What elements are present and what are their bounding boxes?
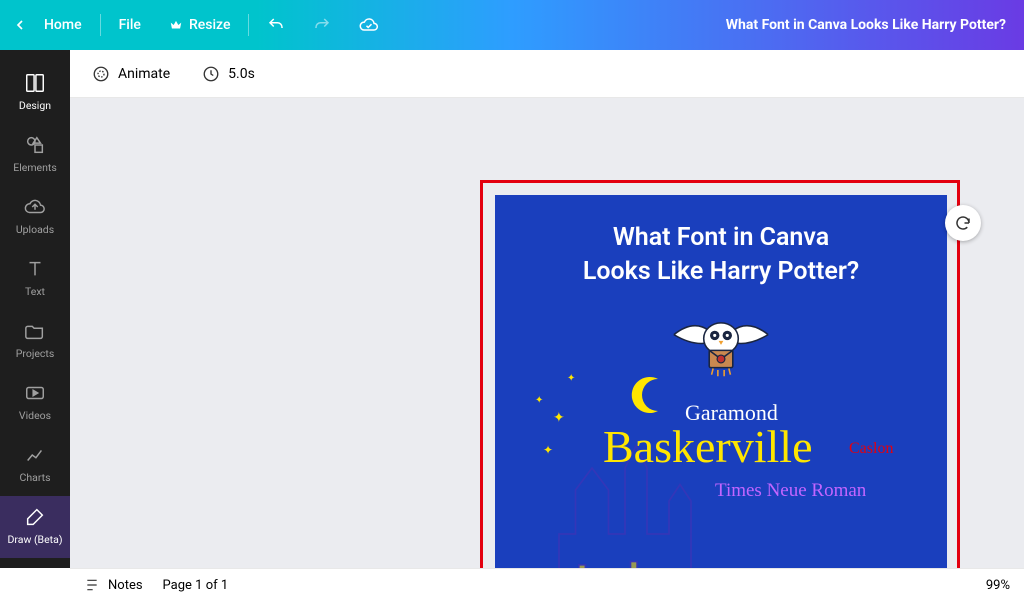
videos-icon <box>24 382 46 404</box>
rotate-icon <box>954 214 972 232</box>
topbar: Home File Resize What Font in Canva Look… <box>0 0 1024 50</box>
canvas-area: Animate 5.0s What Font in Canva Looks Li… <box>70 50 1024 568</box>
notes-button[interactable]: Notes <box>84 577 143 593</box>
sidebar-item-projects[interactable]: Projects <box>0 310 70 372</box>
divider <box>248 14 249 36</box>
moon-icon[interactable] <box>630 375 670 415</box>
text-icon <box>24 258 46 280</box>
font-sample-caslon[interactable]: Caslon <box>849 440 893 458</box>
sidebar-item-draw[interactable]: Draw (Beta) <box>0 496 70 558</box>
undo-button[interactable] <box>253 0 299 50</box>
sidebar-label: Text <box>25 285 45 298</box>
document-title[interactable]: What Font in Canva Looks Like Harry Pott… <box>726 17 1014 33</box>
undo-icon <box>267 16 285 34</box>
headline-text[interactable]: What Font in Canva Looks Like Harry Pott… <box>495 195 947 289</box>
canvas-toolbar: Animate 5.0s <box>70 50 1024 98</box>
charts-icon <box>24 444 46 466</box>
page-indicator[interactable]: Page 1 of 1 <box>163 578 229 593</box>
home-button[interactable]: Home <box>30 0 96 50</box>
elements-icon <box>24 134 46 156</box>
headline-line1: What Font in Canva <box>495 221 947 255</box>
cloud-sync[interactable] <box>345 0 393 50</box>
sidebar: Design Elements Uploads Text Projects Vi… <box>0 50 70 568</box>
page-canvas[interactable]: What Font in Canva Looks Like Harry Pott… <box>495 195 947 568</box>
selection-highlight: What Font in Canva Looks Like Harry Pott… <box>480 180 960 568</box>
redo-button[interactable] <box>299 0 345 50</box>
notes-icon <box>84 577 100 593</box>
owl-illustration[interactable] <box>666 315 776 378</box>
duration-button[interactable]: 5.0s <box>194 61 263 87</box>
sidebar-label: Uploads <box>16 223 54 236</box>
file-menu[interactable]: File <box>105 0 155 50</box>
sidebar-item-uploads[interactable]: Uploads <box>0 186 70 248</box>
cloud-check-icon <box>359 15 379 35</box>
sidebar-item-design[interactable]: Design <box>0 62 70 124</box>
star-icon: ✦ <box>535 395 543 406</box>
star-icon: ✦ <box>543 443 553 457</box>
redo-icon <box>313 16 331 34</box>
back-button[interactable] <box>10 17 30 33</box>
sidebar-label: Charts <box>20 471 51 484</box>
font-sample-times[interactable]: Times Neue Roman <box>715 480 866 502</box>
file-label: File <box>119 17 141 33</box>
design-icon <box>24 72 46 94</box>
star-icon: ✦ <box>553 410 565 426</box>
home-label: Home <box>44 17 82 33</box>
sidebar-label: Videos <box>19 409 51 422</box>
crown-icon <box>169 18 183 32</box>
workspace[interactable]: What Font in Canva Looks Like Harry Pott… <box>70 98 1024 568</box>
sidebar-item-elements[interactable]: Elements <box>0 124 70 186</box>
bottombar: Notes Page 1 of 1 99% <box>70 568 1024 601</box>
animate-label: Animate <box>118 66 170 82</box>
resize-label: Resize <box>189 17 231 33</box>
resize-button[interactable]: Resize <box>155 0 245 50</box>
divider <box>100 14 101 36</box>
sidebar-label: Draw (Beta) <box>8 533 63 546</box>
sidebar-label: Elements <box>13 161 57 174</box>
animate-icon <box>92 65 110 83</box>
sidebar-item-text[interactable]: Text <box>0 248 70 310</box>
headline-line2: Looks Like Harry Potter? <box>495 255 947 289</box>
projects-icon <box>24 320 46 342</box>
notes-label: Notes <box>108 578 143 593</box>
clock-icon <box>202 65 220 83</box>
duration-label: 5.0s <box>228 66 255 82</box>
sidebar-item-charts[interactable]: Charts <box>0 434 70 496</box>
font-sample-baskerville[interactable]: Baskerville <box>603 420 813 473</box>
uploads-icon <box>24 196 46 218</box>
zoom-level[interactable]: 99% <box>986 578 1010 593</box>
rotate-handle[interactable] <box>945 205 981 241</box>
sidebar-label: Design <box>19 99 51 112</box>
sidebar-label: Projects <box>16 347 55 360</box>
star-icon: ✦ <box>567 373 575 384</box>
animate-button[interactable]: Animate <box>84 61 178 87</box>
draw-icon <box>24 506 46 528</box>
sidebar-item-videos[interactable]: Videos <box>0 372 70 434</box>
